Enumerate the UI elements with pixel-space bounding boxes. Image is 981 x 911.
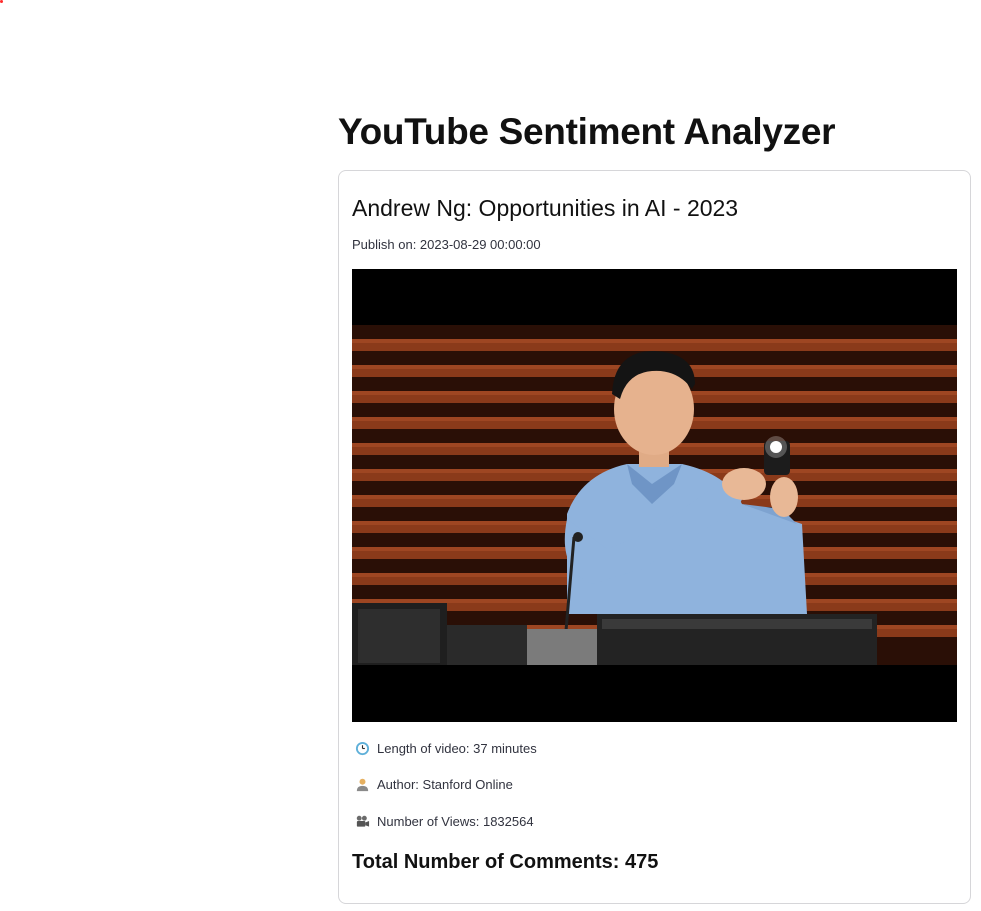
video-title: Andrew Ng: Opportunities in AI - 2023 (352, 195, 739, 221)
clock-icon (354, 740, 370, 756)
video-length-text: Length of video: 37 minutes (377, 740, 537, 756)
author-text: Author: Stanford Online (377, 776, 513, 792)
video-thumbnail (352, 269, 957, 722)
publish-date: Publish on: 2023-08-29 00:00:00 (352, 237, 541, 252)
page-title: YouTube Sentiment Analyzer (338, 111, 836, 152)
video-length-row: Length of video: 37 minutes (352, 740, 957, 756)
video-card: Andrew Ng: Opportunities in AI - 2023 Pu… (338, 170, 971, 904)
author-row: Author: Stanford Online (352, 776, 957, 792)
total-comments: Total Number of Comments: 475 (352, 851, 659, 873)
person-icon (354, 776, 370, 792)
status-dot (0, 0, 3, 3)
camera-icon (354, 813, 370, 829)
page: YouTube Sentiment Analyzer Andrew Ng: Op… (0, 0, 981, 911)
views-row: Number of Views: 1832564 (352, 813, 957, 829)
views-text: Number of Views: 1832564 (377, 813, 534, 829)
main-content: YouTube Sentiment Analyzer Andrew Ng: Op… (338, 108, 971, 904)
